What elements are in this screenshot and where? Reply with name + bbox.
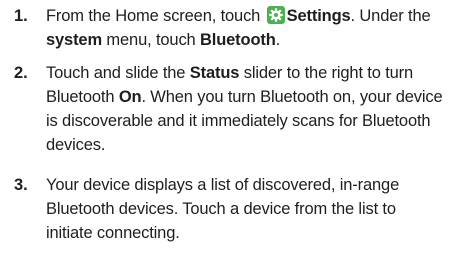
step-line: initiate connecting.	[46, 224, 180, 242]
step-line: devices.	[46, 136, 106, 154]
step-line: From the Home screen, touch Settings. Un…	[46, 4, 466, 28]
step-line: Touch and slide the Status slider to the…	[46, 61, 466, 85]
step-number: 1.	[14, 7, 28, 25]
step-line: is discoverable and it immediately scans…	[46, 112, 431, 130]
step-line: Bluetooth devices. Touch a device from t…	[46, 200, 396, 218]
text-run: From the Home screen, touch	[46, 7, 265, 25]
step-text: From the Home screen, touch Settings. Un…	[46, 4, 466, 52]
settings-label: Settings	[286, 7, 351, 25]
step-line: Bluetooth On. When you turn Bluetooth on…	[46, 85, 466, 109]
settings-gear-icon	[266, 6, 285, 24]
text-run: Touch and slide the	[46, 64, 190, 82]
text-run: . When you turn Bluetooth on, your devic…	[141, 88, 443, 106]
bluetooth-label: Bluetooth	[200, 31, 276, 49]
instruction-steps: 1. From the Home screen, touch Settings.…	[0, 0, 472, 266]
text-run: . Under the	[350, 7, 431, 25]
step-text: Touch and slide the Status slider to the…	[46, 61, 466, 157]
step-line: Your device displays a list of discovere…	[46, 176, 400, 194]
text-run: Bluetooth	[46, 88, 119, 106]
text-run: menu, touch	[101, 31, 201, 49]
step-number: 2.	[14, 64, 28, 82]
status-label: Status	[189, 64, 240, 82]
text-run: slider to the right to turn	[239, 64, 414, 82]
step-line: system menu, touch Bluetooth.	[46, 28, 466, 52]
step-text: Your device displays a list of discovere…	[46, 173, 466, 245]
system-label: system	[46, 31, 102, 49]
text-run: .	[275, 31, 281, 49]
on-label: On	[118, 88, 142, 106]
step-number: 3.	[14, 176, 28, 194]
